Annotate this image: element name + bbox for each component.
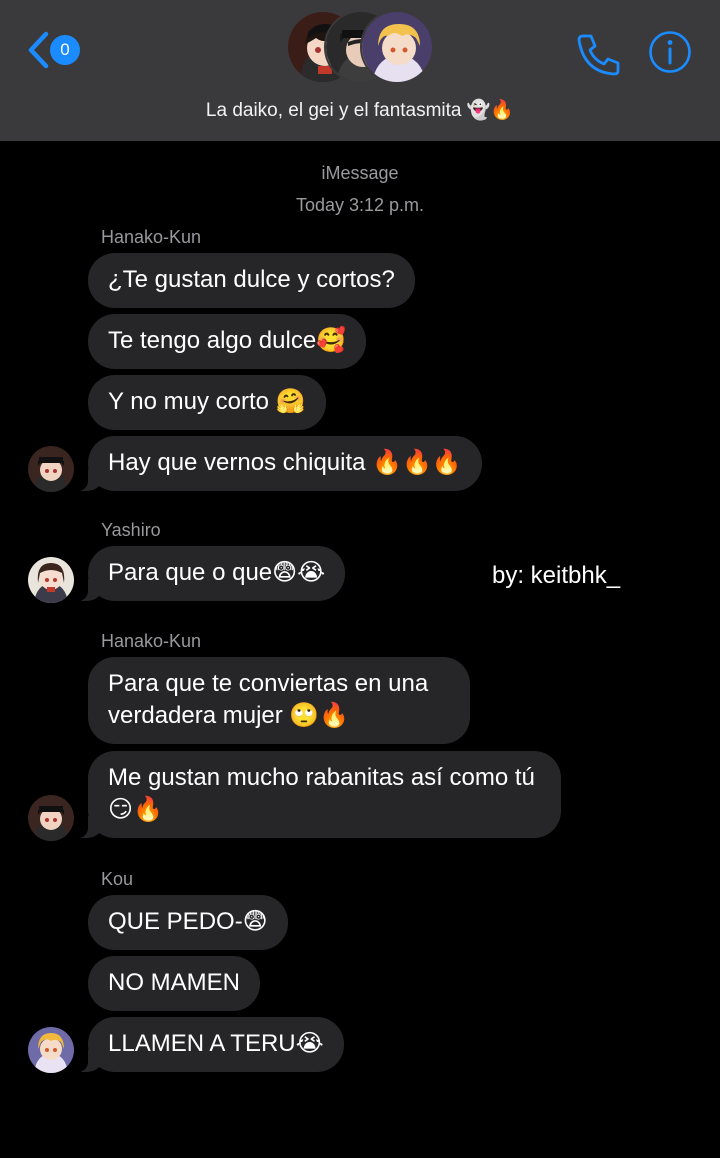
group-avatar[interactable] — [286, 8, 436, 86]
hanako-avatar[interactable] — [28, 795, 74, 841]
service-label: iMessage — [321, 163, 399, 183]
kou-avatar — [360, 10, 434, 84]
message-bubble[interactable]: Hay que vernos chiquita 🔥🔥🔥 — [78, 436, 482, 491]
yashiro-avatar[interactable] — [28, 557, 74, 603]
timestamp: Today 3:12 p.m. — [295, 195, 425, 215]
message-bubble[interactable]: Y no muy corto 🤗 — [88, 375, 326, 430]
sender-name: Hanako-Kun — [101, 227, 202, 247]
message-bubble[interactable]: QUE PEDO-😨 — [88, 895, 288, 950]
sender-name: Hanako-Kun — [101, 631, 202, 651]
hanako-avatar[interactable] — [28, 446, 74, 492]
sender-name: Yashiro — [101, 520, 161, 540]
message-bubble[interactable]: Para que te conviertas en una verdadera … — [88, 657, 470, 744]
back-button[interactable]: 0 — [24, 30, 80, 70]
info-icon — [649, 31, 691, 73]
info-button[interactable] — [648, 30, 692, 74]
sender-name: Kou — [101, 869, 134, 889]
message-bubble[interactable]: Te tengo algo dulce🥰 — [88, 314, 367, 369]
chevron-left-icon — [28, 31, 49, 69]
message-bubble[interactable]: ¿Te gustan dulce y cortos? — [88, 253, 415, 308]
call-button[interactable] — [574, 30, 622, 78]
unread-badge: 0 — [50, 35, 80, 65]
chat-header: 0 La daiko, el gei y el fantasmita 👻🔥 — [0, 0, 720, 141]
kou-avatar[interactable] — [28, 1027, 74, 1073]
message-bubble[interactable]: Para que o que😨😭 — [77, 546, 346, 601]
message-bubble[interactable]: LLAMEN A TERU😭 — [78, 1017, 344, 1072]
phone-icon — [577, 34, 620, 76]
chat-title[interactable]: La daiko, el gei y el fantasmita 👻🔥 — [0, 98, 720, 122]
message-bubble[interactable]: Me gustan mucho rabanitas así como tú 😏🔥 — [78, 751, 561, 838]
message-bubble[interactable]: NO MAMEN — [88, 956, 260, 1011]
watermark-text: by: keitbhk_ — [492, 562, 621, 589]
